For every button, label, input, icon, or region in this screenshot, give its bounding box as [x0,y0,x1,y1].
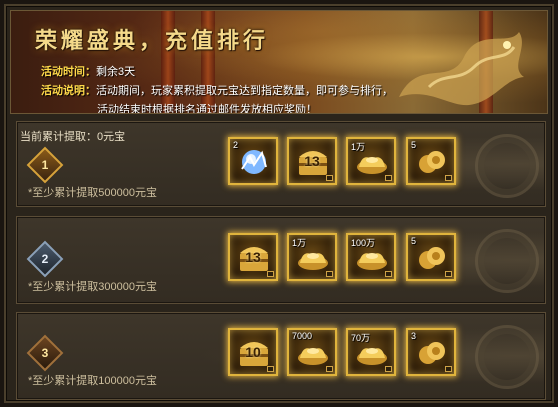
reward-slot[interactable]: 70万 [346,328,396,376]
event-description-row: 活动说明：活动期间，玩家累积提取元宝达到指定数量，即可参与排行， [41,82,393,98]
event-time-value: 剩余3天 [96,66,136,78]
event-description-line2: 活动结束时根据排名通过邮件发放相应奖励！ [97,104,317,114]
coin-decoration [475,229,539,293]
reward-slot[interactable]: 1万 [346,137,396,185]
reward-slot[interactable]: 10 [228,328,278,376]
reward-count: 5 [411,236,417,246]
bound-lock-icon [267,271,274,277]
bound-lock-icon [326,271,333,277]
reward-count: 2 [233,140,239,150]
coin-decoration [475,325,539,389]
reward-slot[interactable]: 3 [406,328,456,376]
event-description-line1: 活动期间，玩家累积提取元宝达到指定数量，即可参与排行， [96,85,393,97]
bound-lock-icon [326,366,333,372]
reward-count: 1万 [351,142,366,152]
reward-quantity-label: 10 [245,344,261,360]
rank-2-requirement: *至少累计提取300000元宝 [28,281,157,293]
reward-slot[interactable]: 13 [228,233,278,281]
reward-slot[interactable]: 2 [228,137,278,185]
bound-lock-icon [445,175,452,181]
bound-lock-icon [445,271,452,277]
reward-count: 100万 [351,238,376,248]
rank-3-requirement: *至少累计提取100000元宝 [28,375,157,387]
reward-quantity-label: 13 [304,153,320,169]
bound-lock-icon [326,175,333,181]
bound-lock-icon [385,366,392,372]
reward-count: 3 [411,331,417,341]
reward-slot[interactable]: 7000 [287,328,337,376]
coin-decoration [475,134,539,198]
event-time-label: 活动时间： [41,66,96,78]
event-title: 荣耀盛典，充值排行 [35,28,270,53]
event-description-label: 活动说明： [41,85,96,97]
reward-slot[interactable]: 5 [406,137,456,185]
total-withdrawn-label: 当前累计提取：0元宝 [20,131,126,143]
bound-lock-icon [267,366,274,372]
event-banner: 荣耀盛典，充值排行 活动时间：剩余3天 活动说明：活动期间，玩家累积提取元宝达到… [10,10,548,114]
event-time-row: 活动时间：剩余3天 [41,63,135,79]
reward-quantity-label: 13 [245,249,261,265]
reward-count: 5 [411,140,417,150]
reward-count: 70万 [351,333,371,343]
rank-1-requirement: *至少累计提取500000元宝 [28,187,157,199]
bound-lock-icon [385,271,392,277]
ranking-window: 荣耀盛典，充值排行 活动时间：剩余3天 活动说明：活动期间，玩家累积提取元宝达到… [4,4,554,403]
reward-slot[interactable]: 5 [406,233,456,281]
bound-lock-icon [445,366,452,372]
reward-slot[interactable]: 1万 [287,233,337,281]
golden-dragon-icon [399,32,524,106]
bound-lock-icon [385,175,392,181]
reward-slot[interactable]: 13 [287,137,337,185]
reward-count: 1万 [292,238,307,248]
reward-slot[interactable]: 100万 [346,233,396,281]
reward-count: 7000 [292,331,313,341]
